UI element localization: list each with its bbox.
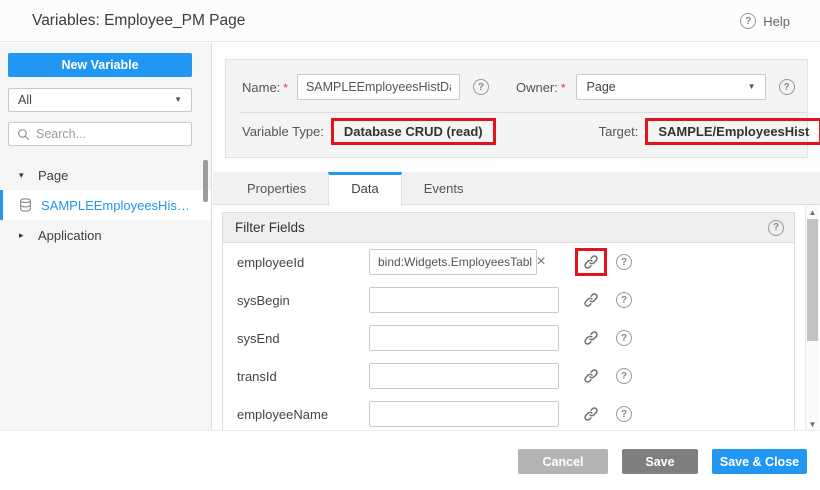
save-button[interactable]: Save <box>622 449 698 474</box>
variable-type-label: Variable Type: <box>242 124 324 139</box>
sidebar-scrollbar-thumb[interactable] <box>203 160 208 202</box>
tree-node-label: Application <box>38 228 102 243</box>
tree-node-variable-selected[interactable]: SAMPLEEmployeesHist... <box>0 190 211 220</box>
filter-fields-panel: Filter Fields ? employeeId × ? sysBegin <box>222 212 795 430</box>
scrollbar-thumb[interactable] <box>807 219 818 341</box>
save-and-close-button[interactable]: Save & Close <box>712 449 807 474</box>
filter-row-employeeid: employeeId × ? <box>223 243 794 281</box>
field-help-icon[interactable]: ? <box>616 368 632 384</box>
bind-button[interactable] <box>575 324 607 352</box>
field-label: transId <box>237 369 369 384</box>
filter-fields-help-icon[interactable]: ? <box>768 220 784 236</box>
sysend-input[interactable] <box>369 325 559 351</box>
filter-fields-title: Filter Fields <box>235 220 305 235</box>
sysbegin-input[interactable] <box>369 287 559 313</box>
field-label: employeeName <box>237 407 369 422</box>
dialog-header: Variables: Employee_PM Page ? Help <box>0 0 820 42</box>
page-title: Variables: Employee_PM Page <box>32 0 245 42</box>
cancel-button[interactable]: Cancel <box>518 449 608 474</box>
filter-row-sysend: sysEnd ? <box>223 319 794 357</box>
tab-properties[interactable]: Properties <box>225 172 328 205</box>
tab-data[interactable]: Data <box>328 172 401 206</box>
link-icon <box>583 330 599 346</box>
link-icon <box>583 368 599 384</box>
content-scrollbar[interactable]: ▲ ▼ <box>805 206 819 431</box>
clear-binding-icon[interactable]: × <box>531 250 551 274</box>
name-help-icon[interactable]: ? <box>473 79 489 95</box>
caret-right-icon[interactable]: ▸ <box>19 230 29 241</box>
required-asterisk: * <box>561 81 566 95</box>
help-icon: ? <box>740 13 756 29</box>
field-help-icon[interactable]: ? <box>616 406 632 422</box>
new-variable-button[interactable]: New Variable <box>8 53 192 77</box>
field-help-icon[interactable]: ? <box>616 292 632 308</box>
transid-input[interactable] <box>369 363 559 389</box>
field-label: sysBegin <box>237 293 369 308</box>
employeeid-input[interactable] <box>369 249 537 275</box>
variable-search[interactable] <box>8 122 192 146</box>
owner-dropdown[interactable]: Page ▼ <box>576 74 766 100</box>
filter-fields-header: Filter Fields ? <box>223 213 794 243</box>
bind-button[interactable] <box>575 286 607 314</box>
filter-row-transid: transId ? <box>223 357 794 395</box>
name-input[interactable] <box>297 74 460 100</box>
filter-row-sysbegin: sysBegin ? <box>223 281 794 319</box>
caret-down-icon: ▼ <box>174 89 182 111</box>
variables-sidebar: New Variable All ▼ ▾ Page SAMPLEEmployee… <box>0 43 212 430</box>
target-label: Target: <box>599 124 639 139</box>
variable-type-value-annotated: Database CRUD (read) <box>331 118 496 145</box>
tree-node-label: Page <box>38 168 68 183</box>
target-value-annotated: SAMPLE/EmployeesHist <box>645 118 820 145</box>
variables-tree: ▾ Page SAMPLEEmployeesHist... ▸ Applicat… <box>0 160 211 250</box>
required-asterisk: * <box>283 81 288 95</box>
bind-button[interactable] <box>575 400 607 428</box>
tree-node-label: SAMPLEEmployeesHist... <box>41 198 191 213</box>
database-icon <box>19 198 32 212</box>
help-label: Help <box>763 14 790 29</box>
field-label: sysEnd <box>237 331 369 346</box>
variables-dialog: Variables: Employee_PM Page ? Help New V… <box>0 0 820 490</box>
search-icon <box>17 128 30 141</box>
employeename-input[interactable] <box>369 401 559 427</box>
owner-help-icon[interactable]: ? <box>779 79 795 95</box>
caret-down-icon[interactable]: ▾ <box>19 170 29 181</box>
dialog-footer: Cancel Save Save & Close <box>0 430 820 490</box>
tab-content: Filter Fields ? employeeId × ? sysBegin <box>213 206 820 430</box>
field-help-icon[interactable]: ? <box>616 330 632 346</box>
owner-value: Page <box>587 80 616 94</box>
scroll-up-icon[interactable]: ▲ <box>806 208 819 217</box>
search-input[interactable] <box>36 127 197 141</box>
link-icon <box>583 406 599 422</box>
caret-down-icon: ▼ <box>748 75 756 99</box>
tab-events[interactable]: Events <box>402 172 486 205</box>
link-icon <box>583 292 599 308</box>
variable-filter-value: All <box>18 93 32 107</box>
bind-button-annotated[interactable] <box>575 248 607 276</box>
variable-summary-box: Name:* ? Owner:* Page ▼ ? Variable Type:… <box>225 59 808 158</box>
variable-filter-dropdown[interactable]: All ▼ <box>8 88 192 112</box>
owner-label: Owner:* <box>516 80 566 95</box>
help-button[interactable]: ? Help <box>740 0 790 42</box>
tab-bar: Properties Data Events <box>213 172 820 205</box>
filter-row-employeename: employeeName ? <box>223 395 794 430</box>
tree-node-page[interactable]: ▾ Page <box>0 160 211 190</box>
scroll-down-icon[interactable]: ▼ <box>806 420 819 429</box>
field-help-icon[interactable]: ? <box>616 254 632 270</box>
field-label: employeeId <box>237 255 369 270</box>
tree-node-application[interactable]: ▸ Application <box>0 220 211 250</box>
link-icon <box>583 254 599 270</box>
bind-button[interactable] <box>575 362 607 390</box>
name-label: Name:* <box>242 80 288 95</box>
